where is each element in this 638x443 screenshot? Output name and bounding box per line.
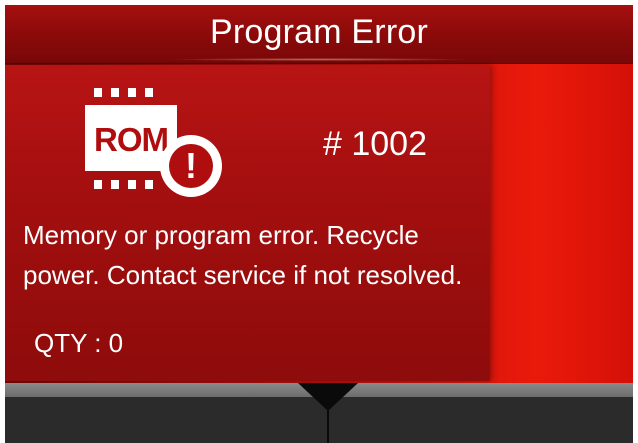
exclamation-icon: !: [160, 135, 222, 197]
chip-pins-bottom: [94, 180, 174, 189]
quantity-counter: QTY : 0: [34, 328, 124, 358]
chip-label: ROM: [94, 121, 169, 158]
page-title: Program Error: [210, 13, 428, 51]
bottom-bar: [5, 383, 633, 443]
error-code: # 1002: [323, 125, 427, 163]
rom-chip-alert-icon: ROM !: [80, 85, 230, 203]
error-panel: ROM ! # 1002 Memory or program error. Re…: [5, 65, 490, 381]
error-screen: Program Error ROM ! # 1002 Memory or pro…: [5, 5, 633, 443]
bottom-divider: [327, 403, 329, 443]
title-bar: Program Error: [5, 5, 633, 64]
error-message: Memory or program error. Recycle power. …: [23, 220, 463, 290]
chip-pins-top: [94, 88, 174, 97]
